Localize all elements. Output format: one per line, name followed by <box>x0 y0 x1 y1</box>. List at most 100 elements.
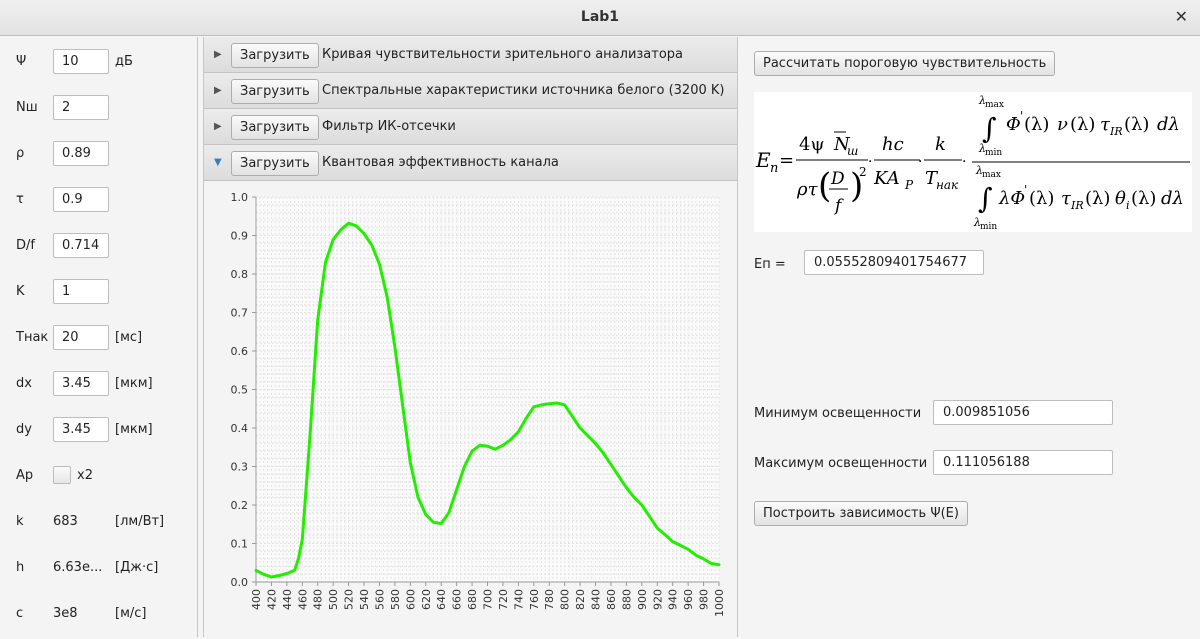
f1-den-f: f <box>833 196 844 216</box>
bot-dlambda: dλ <box>1161 188 1184 209</box>
y-tick-label: 0.7 <box>231 307 249 320</box>
dy-input[interactable]: 3.45 <box>53 417 109 442</box>
param-k: K 1 <box>0 278 198 308</box>
accordion-sensitivity[interactable]: ▶ Загрузить Кривая чувствительности зрит… <box>204 37 737 73</box>
rho-input[interactable]: 0.89 <box>53 141 109 166</box>
collapsed-arrow-icon[interactable]: ▶ <box>214 121 222 132</box>
ap-checkbox[interactable] <box>53 466 71 484</box>
top-nu: ν <box>1057 114 1068 135</box>
param-tau: τ 0.9 <box>0 186 198 216</box>
x-tick-label: 800 <box>559 589 572 610</box>
x-tick-label: 540 <box>358 589 371 610</box>
x-tick-label: 920 <box>651 589 664 610</box>
const-unit: [Дж·с] <box>115 560 159 575</box>
collapsed-arrow-icon[interactable]: ▶ <box>214 85 222 96</box>
x-tick-label: 900 <box>636 589 649 610</box>
tnak-input[interactable]: 20 <box>53 325 109 350</box>
f1-num: 4ψ <box>799 134 825 155</box>
formula-lhs: E <box>755 148 771 172</box>
x-tick-label: 400 <box>250 589 263 610</box>
accordion-quantum-efficiency[interactable]: ▼ Загрузить Квантовая эффективность кана… <box>204 145 737 181</box>
param-unit: [мкм] <box>115 422 153 437</box>
const-value: 3e8 <box>53 606 78 621</box>
y-tick-label: 1.0 <box>231 191 249 204</box>
param-nsh: Nш 2 <box>0 94 198 124</box>
psi-input[interactable]: 10 <box>53 49 109 74</box>
x-tick-label: 1000 <box>713 589 726 617</box>
y-tick-label: 0.0 <box>231 576 249 589</box>
dx-input[interactable]: 3.45 <box>53 371 109 396</box>
x-tick-label: 420 <box>265 589 278 610</box>
df-input[interactable]: 0.714 <box>53 233 109 258</box>
const-unit: [м/с] <box>115 606 147 621</box>
param-label: Tнак <box>16 330 49 345</box>
bot-lam3: (λ) <box>1131 188 1156 209</box>
tau-input[interactable]: 0.9 <box>53 187 109 212</box>
accordion-title[interactable]: Фильтр ИК-отсечки <box>322 119 456 134</box>
x-tick-label: 500 <box>327 589 340 610</box>
expanded-arrow-icon[interactable]: ▼ <box>214 157 222 168</box>
const-c: c 3e8 [м/с] <box>0 600 198 630</box>
bot-lam1: (λ) <box>1029 188 1054 209</box>
nsh-input[interactable]: 2 <box>53 95 109 120</box>
load-white-source-button[interactable]: Загрузить <box>231 79 319 104</box>
param-tnak: Tнак 20 [мс] <box>0 324 198 354</box>
accordion-title[interactable]: Спектральные характеристики источника бе… <box>322 83 724 98</box>
param-psi: Ψ 10 дБ <box>0 48 198 78</box>
max-illumination-label: Максимум освещенности <box>754 456 928 471</box>
x-tick-label: 780 <box>543 589 556 610</box>
accordion-ir-filter[interactable]: ▶ Загрузить Фильтр ИК-отсечки <box>204 109 737 145</box>
dot: · <box>918 154 922 170</box>
formula: E п = 4ψ N ш ρτ ( D f ) 2 · hc KA P · k … <box>754 92 1192 232</box>
param-ap: Ap x2 <box>0 462 198 492</box>
y-tick-label: 0.6 <box>231 345 249 358</box>
x-tick-label: 860 <box>605 589 618 610</box>
accordion-white-source[interactable]: ▶ Загрузить Спектральные характеристики … <box>204 73 737 109</box>
prime: ' <box>1024 183 1027 197</box>
collapsed-arrow-icon[interactable]: ▶ <box>214 49 222 60</box>
const-value: 683 <box>53 514 78 529</box>
formula-equals: = <box>779 150 794 171</box>
accordion-title[interactable]: Квантовая эффективность канала <box>322 155 559 170</box>
close-icon[interactable]: ✕ <box>1175 7 1188 26</box>
x-tick-label: 840 <box>590 589 603 610</box>
top-phi: Φ <box>1006 114 1021 135</box>
x-tick-label: 820 <box>574 589 587 610</box>
param-unit: [мкм] <box>115 376 153 391</box>
y-tick-label: 0.1 <box>231 538 249 551</box>
ep-value-field[interactable]: 0.05552809401754677 <box>804 250 984 275</box>
param-label: Ψ <box>16 54 27 69</box>
x-tick-label: 440 <box>281 589 294 610</box>
const-h: h 6.63e... [Дж·с] <box>0 554 198 584</box>
bottom-integral: ∫ <box>978 182 993 215</box>
x-tick-label: 480 <box>312 589 325 610</box>
dot: · <box>962 154 966 170</box>
window-title: Lab1 <box>580 9 620 25</box>
min-illumination-field[interactable]: 0.009851056 <box>933 400 1113 425</box>
top-min-sub: min <box>985 148 1002 158</box>
min-illumination-label: Минимум освещенности <box>754 406 922 421</box>
load-ir-filter-button[interactable]: Загрузить <box>231 115 319 140</box>
load-quantum-efficiency-button[interactable]: Загрузить <box>231 151 319 176</box>
max-illumination-field[interactable]: 0.111056188 <box>933 450 1113 475</box>
bot-tau-sub: IR <box>1070 199 1084 212</box>
y-tick-label: 0.5 <box>231 384 249 397</box>
const-label: h <box>16 560 25 575</box>
plot-psi-e-button[interactable]: Построить зависимость Ψ(E) <box>754 501 968 526</box>
const-unit: [лм/Вт] <box>115 514 165 529</box>
x-tick-label: 760 <box>528 589 541 610</box>
x-tick-label: 620 <box>420 589 433 610</box>
x-tick-label: 720 <box>497 589 510 610</box>
bot-min-sub: min <box>980 222 997 232</box>
formula-lhs-sub: п <box>770 161 778 176</box>
param-label: τ <box>16 192 24 207</box>
paren-left: ( <box>818 166 831 206</box>
k-input[interactable]: 1 <box>53 279 109 304</box>
param-label: Nш <box>16 100 38 115</box>
calculate-threshold-button[interactable]: Рассчитать пороговую чувствительность <box>754 51 1056 76</box>
y-tick-label: 0.2 <box>231 499 249 512</box>
load-sensitivity-button[interactable]: Загрузить <box>231 43 319 68</box>
accordion-title[interactable]: Кривая чувствительности зрительного анал… <box>322 47 683 62</box>
ap-checkbox-label[interactable]: x2 <box>77 468 93 483</box>
y-tick-label: 0.9 <box>231 230 249 243</box>
